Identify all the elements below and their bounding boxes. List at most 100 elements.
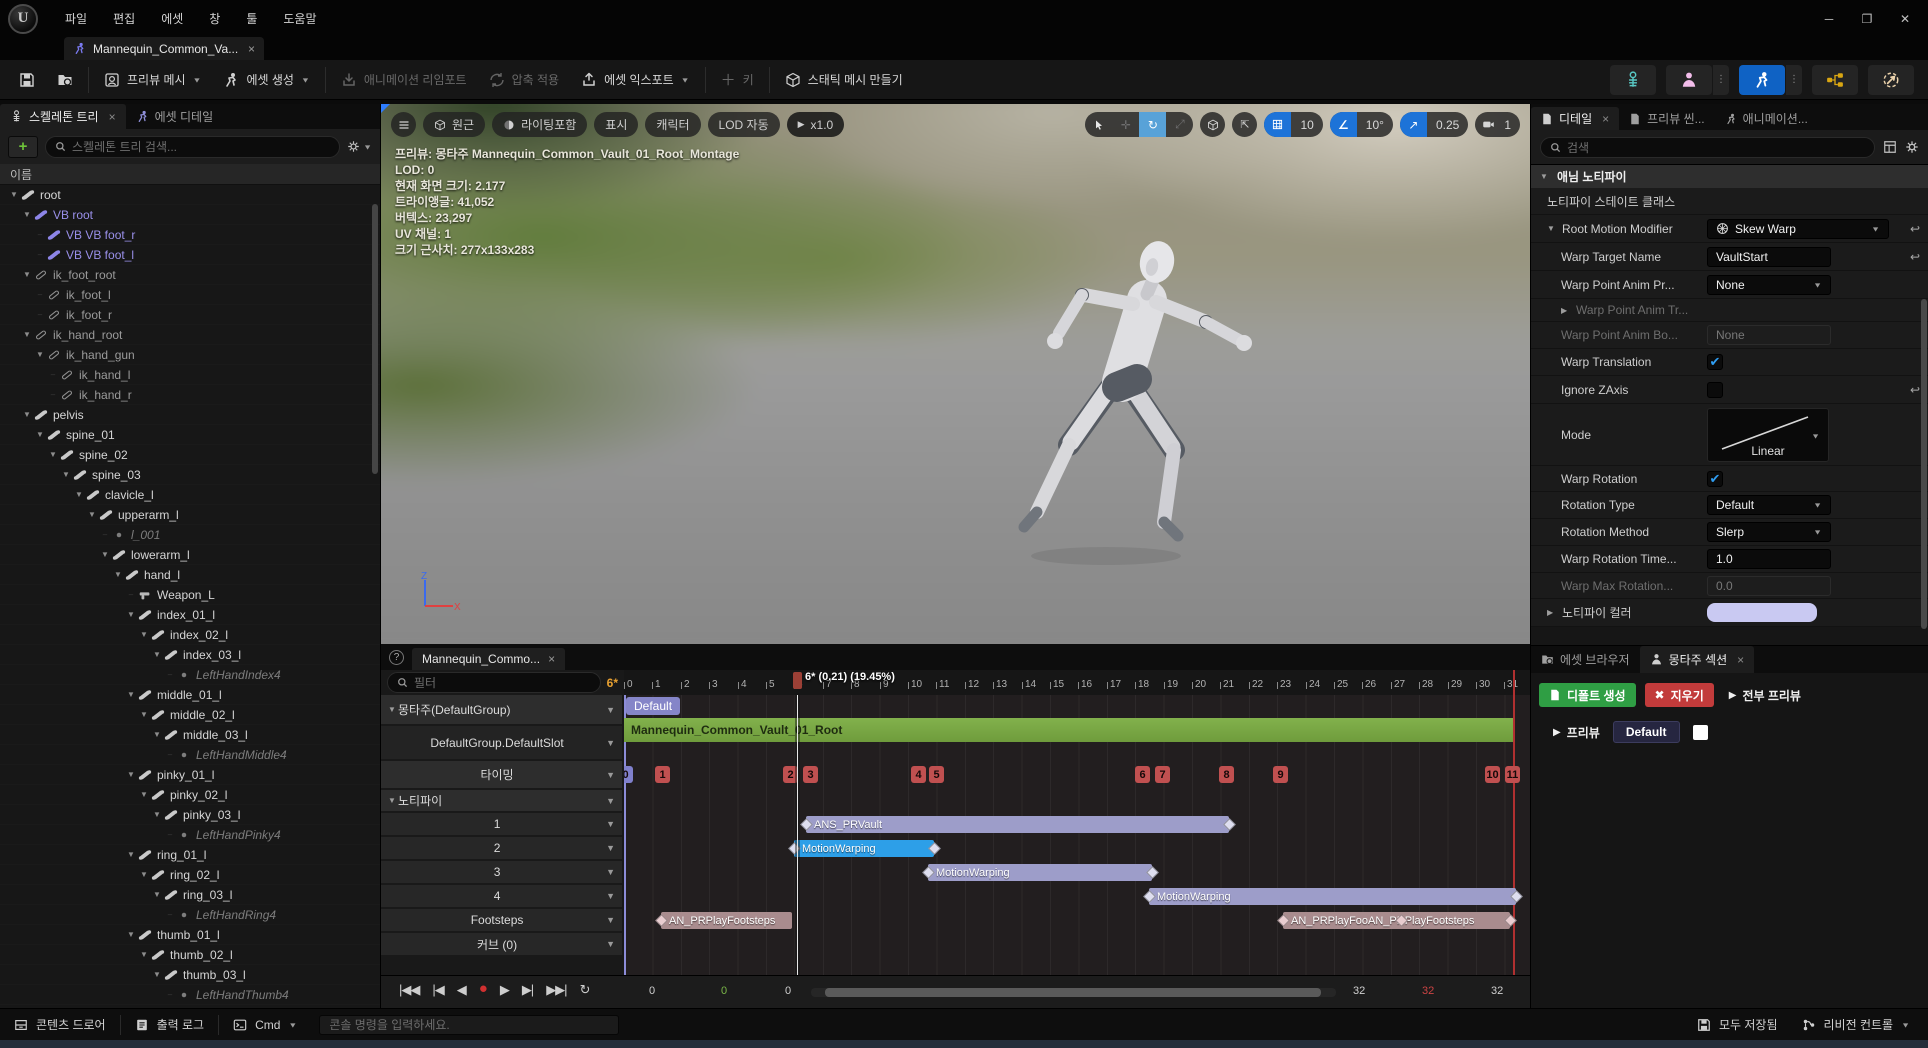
to-front-button[interactable]: |◀◀	[399, 982, 420, 998]
expander-icon[interactable]: ▼	[138, 950, 150, 959]
reset-to-default-icon[interactable]: ↩	[1902, 250, 1928, 264]
tree-row-thumb_02_l[interactable]: ▼ thumb_02_l	[0, 945, 380, 965]
reset-to-default-icon[interactable]: ↩	[1902, 222, 1928, 236]
expander-icon[interactable]: ▼	[388, 705, 398, 714]
scale-snap-value[interactable]: 0.25	[1427, 118, 1468, 132]
timing-marker-1[interactable]: 1	[655, 766, 670, 783]
rotation-snap-value[interactable]: 10°	[1357, 118, 1393, 132]
dropdown-Rotation Type[interactable]: Default ▼	[1707, 495, 1831, 515]
playback-speed-button[interactable]: ▶ x1.0	[786, 112, 845, 137]
tree-row-spine_01[interactable]: ▼ spine_01	[0, 425, 380, 445]
tree-row-pelvis[interactable]: ▼ pelvis	[0, 405, 380, 425]
notify-bar-MotionWarping[interactable]: MotionWarping	[928, 864, 1152, 881]
row-menu-chevron-icon[interactable]: ▼	[606, 770, 615, 780]
range-value-left-2[interactable]: 0	[785, 985, 791, 997]
checkbox-Ignore ZAxis[interactable]	[1707, 381, 1723, 398]
tree-name-column-header[interactable]: 이름	[0, 164, 380, 185]
row-menu-chevron-icon[interactable]: ▼	[606, 915, 615, 925]
lod-auto-dropdown[interactable]: LOD 자동	[707, 112, 780, 137]
expander-icon[interactable]: ▶	[1547, 608, 1557, 617]
tree-row-pinky_02_l[interactable]: ▼ pinky_02_l	[0, 785, 380, 805]
toolbar-button-에셋 생성[interactable]: 에셋 생성 ▼	[212, 65, 320, 95]
expander-icon[interactable]: ▼	[21, 410, 33, 419]
preview-all-button[interactable]: ▶ 전부 프리뷰	[1723, 687, 1807, 704]
minimize-button[interactable]: ─	[1812, 7, 1846, 31]
notify-bar-AN_PRPlayFootsteps[interactable]: AN_PRPlayFootsteps	[661, 912, 792, 929]
section-loop-checkbox[interactable]	[1692, 724, 1708, 740]
preview-viewport[interactable]: 원근 라이팅포함 표시 캐릭터 LOD 자동 ▶ x1.0 ✛ ↻ ⤢ ⇱ 10…	[381, 104, 1530, 644]
scale-tool-button[interactable]: ⤢	[1166, 112, 1193, 137]
expander-icon[interactable]: ▼	[34, 430, 46, 439]
preview-button[interactable]: ▶ 프리뷰	[1553, 724, 1600, 741]
tree-row-ik_hand_gun[interactable]: ▼ ik_hand_gun	[0, 345, 380, 365]
play-button[interactable]: ▶	[500, 982, 510, 998]
timeline-row-노티파이[interactable]: ▼ 노티파이 ▼	[381, 790, 622, 811]
timing-marker-4[interactable]: 4	[911, 766, 926, 783]
help-icon[interactable]: ?	[389, 649, 404, 665]
expander-icon[interactable]: ▼	[125, 850, 137, 859]
tree-row-VB VB foot_l[interactable]: – VB VB foot_l	[0, 245, 380, 265]
details-settings-gear-icon[interactable]	[1905, 140, 1919, 154]
toolbar-button-save-icon[interactable]	[8, 65, 46, 95]
toolbar-button-키[interactable]: ＋ 키	[710, 65, 765, 95]
notify-color-swatch[interactable]	[1707, 603, 1817, 622]
tree-row-middle_03_l[interactable]: ▼ middle_03_l	[0, 725, 380, 745]
tree-row-upperarm_l[interactable]: ▼ upperarm_l	[0, 505, 380, 525]
tab-close-icon[interactable]: ×	[548, 652, 555, 666]
document-tab[interactable]: Mannequin_Common_Va... ×	[64, 37, 264, 60]
move-tool-button[interactable]: ✛	[1112, 112, 1139, 137]
to-end-button[interactable]: ▶▶|	[546, 982, 567, 998]
step-back-button[interactable]: |◀	[432, 982, 444, 998]
record-button[interactable]: ●	[479, 980, 488, 998]
notify-bar-MotionWarping[interactable]: MotionWarping	[1149, 888, 1516, 905]
tree-row-ring_03_l[interactable]: ▼ ring_03_l	[0, 885, 380, 905]
tree-row-lowerarm_l[interactable]: ▼ lowerarm_l	[0, 545, 380, 565]
tree-row-VB root[interactable]: ▼ VB root	[0, 205, 380, 225]
timeline-row-4[interactable]: 4 ▼	[381, 885, 622, 907]
expander-icon[interactable]: ▶	[1561, 306, 1571, 315]
clear-button[interactable]: ✖ 지우기	[1644, 683, 1714, 707]
expander-icon[interactable]: ▼	[21, 330, 33, 339]
tree-row-clavicle_l[interactable]: ▼ clavicle_l	[0, 485, 380, 505]
timeline-row-몽타주(DefaultGroup)[interactable]: ▼ 몽타주(DefaultGroup) ▼	[381, 695, 622, 724]
character-dropdown[interactable]: 캐릭터	[645, 112, 701, 137]
dropdown-Warp Point Anim Pr...[interactable]: None ▼	[1707, 274, 1831, 295]
toolbar-button-애니메이션 리임포트[interactable]: 애니메이션 리임포트	[330, 65, 478, 95]
expander-icon[interactable]: ▼	[125, 610, 137, 619]
expander-icon[interactable]: ▼	[388, 796, 398, 805]
tree-row-ik_hand_l[interactable]: – ik_hand_l	[0, 365, 380, 385]
dropdown-Rotation Method[interactable]: Slerp ▼	[1707, 522, 1831, 542]
timing-marker-5[interactable]: 5	[929, 766, 944, 783]
tree-row-ik_hand_root[interactable]: ▼ ik_hand_root	[0, 325, 380, 345]
timeline-filter-input[interactable]: 필터	[387, 672, 601, 693]
tree-row-LeftHandMiddle4[interactable]: – LeftHandMiddle4	[0, 745, 380, 765]
tree-row-middle_01_l[interactable]: ▼ middle_01_l	[0, 685, 380, 705]
animation-mode-options[interactable]: ⋮	[1786, 64, 1802, 95]
timeline-row-1[interactable]: 1 ▼	[381, 813, 622, 835]
range-value-right-2[interactable]: 32	[1491, 985, 1503, 997]
tree-row-spine_03[interactable]: ▼ spine_03	[0, 465, 380, 485]
tab-스켈레톤 트리[interactable]: 스켈레톤 트리 ×	[0, 104, 126, 129]
expander-icon[interactable]: ▼	[125, 770, 137, 779]
tree-row-thumb_01_l[interactable]: ▼ thumb_01_l	[0, 925, 380, 945]
timeline-hscrollbar[interactable]	[811, 988, 1336, 997]
menu-1[interactable]: 편집	[100, 0, 148, 37]
tab-에셋 디테일[interactable]: 에셋 디테일	[126, 104, 224, 129]
mesh-mode-options[interactable]: ⋮	[1713, 64, 1729, 95]
tree-row-ik_hand_r[interactable]: – ik_hand_r	[0, 385, 380, 405]
revision-control-button[interactable]: 리비전 컨트롤 ▼	[1792, 1016, 1921, 1033]
tab-에셋 브라우저[interactable]: 에셋 브라우저	[1531, 646, 1640, 673]
tab-close-icon[interactable]: ×	[109, 110, 116, 124]
tree-row-LeftHandPinky4[interactable]: – LeftHandPinky4	[0, 825, 380, 845]
menu-4[interactable]: 툴	[233, 0, 270, 37]
playhead-handle[interactable]	[793, 672, 802, 689]
tree-row-ik_foot_l[interactable]: – ik_foot_l	[0, 285, 380, 305]
expander-icon[interactable]: ▼	[138, 630, 150, 639]
add-bone-button[interactable]: +	[8, 135, 38, 158]
range-value-right-1[interactable]: 32	[1422, 985, 1434, 997]
tab-몽타주 섹션[interactable]: 몽타주 섹션 ×	[1639, 646, 1755, 673]
range-value-left-1[interactable]: 0	[721, 985, 727, 997]
display-filter-icon[interactable]	[1883, 140, 1897, 154]
dropdown-Root Motion Modifier[interactable]: Skew Warp ▼	[1707, 218, 1889, 239]
camera-speed-value[interactable]: 1	[1502, 118, 1520, 132]
